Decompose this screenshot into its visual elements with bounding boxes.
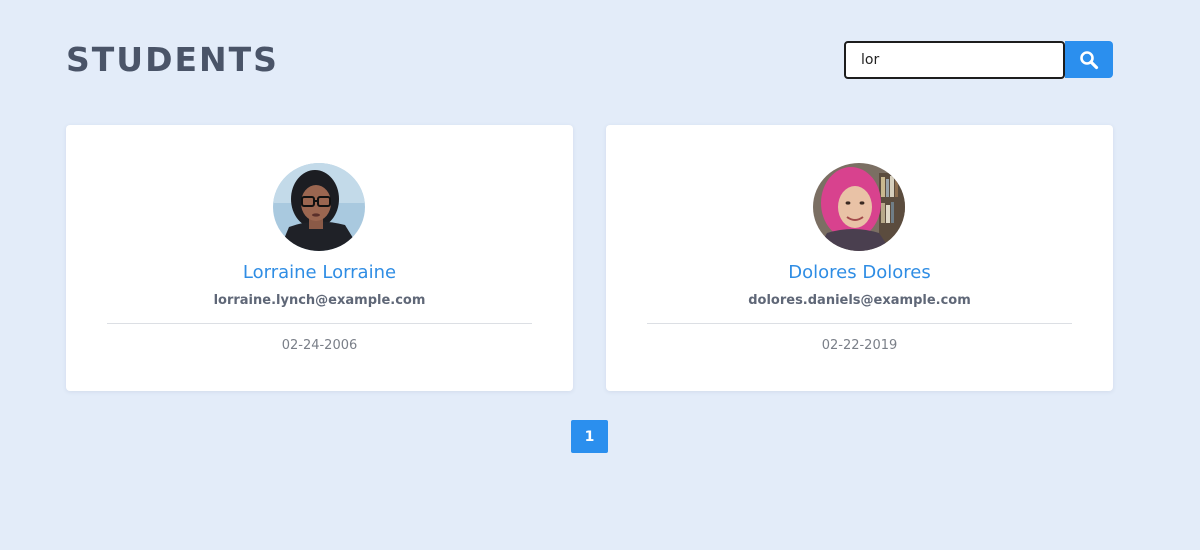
page-title: STUDENTS bbox=[66, 40, 279, 79]
student-date: 02-22-2019 bbox=[821, 338, 898, 353]
student-card-list: Lorraine Lorraine lorraine.lynch@example… bbox=[66, 125, 1113, 391]
student-name[interactable]: Dolores Dolores bbox=[606, 262, 1113, 283]
avatar bbox=[813, 163, 905, 251]
student-card: Lorraine Lorraine lorraine.lynch@example… bbox=[66, 125, 573, 391]
student-email: lorraine.lynch@example.com bbox=[213, 293, 426, 308]
card-divider bbox=[107, 323, 532, 324]
student-name[interactable]: Lorraine Lorraine bbox=[66, 262, 573, 283]
search-icon bbox=[1079, 50, 1099, 70]
avatar bbox=[273, 163, 365, 251]
search-input[interactable] bbox=[844, 41, 1065, 79]
students-page: STUDENTS lor Lorraine Lorraine lorraine.… bbox=[0, 0, 1200, 550]
pagination: 1 bbox=[571, 420, 608, 453]
search-button[interactable] bbox=[1065, 41, 1113, 78]
student-email: dolores.daniels@example.com bbox=[748, 293, 971, 308]
student-date: 02-24-2006 bbox=[281, 338, 358, 353]
page-header: STUDENTS bbox=[66, 38, 1113, 86]
student-card: Dolores Dolores dolores.daniels@example.… bbox=[606, 125, 1113, 391]
card-divider bbox=[647, 323, 1072, 324]
search-bar bbox=[844, 41, 1113, 79]
page-button-1[interactable]: 1 bbox=[571, 420, 608, 453]
